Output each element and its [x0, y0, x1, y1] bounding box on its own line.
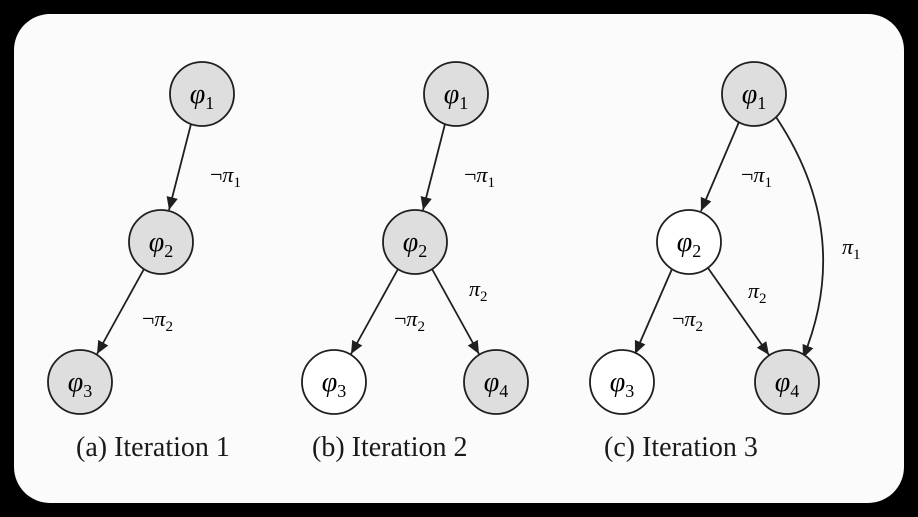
edge-phi2-phi4 [708, 268, 769, 355]
edge-phi1-phi2-label: ¬π1 [464, 162, 495, 191]
iteration-1: φ1 ¬π1 φ2 ¬π2 φ3 [48, 62, 241, 414]
figure-panel: φ1 ¬π1 φ2 ¬π2 φ3 φ1 [14, 14, 904, 503]
iteration-2: φ1 ¬π1 φ2 ¬π2 π2 φ3 φ4 [302, 62, 528, 414]
edge-phi2-phi3-label: ¬π2 [672, 306, 703, 335]
node-phi3: φ3 [48, 350, 112, 414]
node-phi1: φ1 [170, 62, 234, 126]
diagram-svg: φ1 ¬π1 φ2 ¬π2 φ3 φ1 [14, 14, 904, 503]
edge-phi1-phi2-label: ¬π1 [210, 162, 241, 191]
node-phi2: φ2 [383, 210, 447, 274]
edge-phi1-phi2 [423, 124, 445, 210]
edge-phi2-phi3 [351, 269, 398, 354]
edge-phi1-phi4 [776, 117, 823, 358]
node-phi3: φ3 [302, 350, 366, 414]
caption-b: (b) Iteration 2 [312, 432, 468, 464]
node-phi4: φ4 [755, 350, 819, 414]
edge-phi1-phi2-label: ¬π1 [741, 162, 772, 191]
edge-phi2-phi4-label: π2 [469, 276, 488, 305]
node-phi1: φ1 [722, 62, 786, 126]
node-phi3: φ3 [590, 350, 654, 414]
edge-phi2-phi3 [97, 269, 144, 354]
node-phi2: φ2 [129, 210, 193, 274]
edge-phi2-phi4-label: π2 [748, 278, 767, 307]
edge-phi2-phi3-label: ¬π2 [394, 306, 425, 335]
edge-phi2-phi3-label: ¬π2 [142, 306, 173, 335]
edge-phi1-phi2 [169, 124, 191, 210]
edge-phi1-phi4-label: π1 [842, 234, 861, 263]
node-phi4: φ4 [464, 350, 528, 414]
node-phi2: φ2 [657, 210, 721, 274]
edge-phi2-phi3 [635, 269, 672, 354]
edge-phi1-phi2 [701, 122, 739, 211]
caption-a: (a) Iteration 1 [76, 432, 230, 464]
caption-c: (c) Iteration 3 [604, 432, 758, 464]
iteration-3: φ1 ¬π1 π1 φ2 ¬π2 π2 φ3 [590, 62, 861, 414]
node-phi1: φ1 [424, 62, 488, 126]
